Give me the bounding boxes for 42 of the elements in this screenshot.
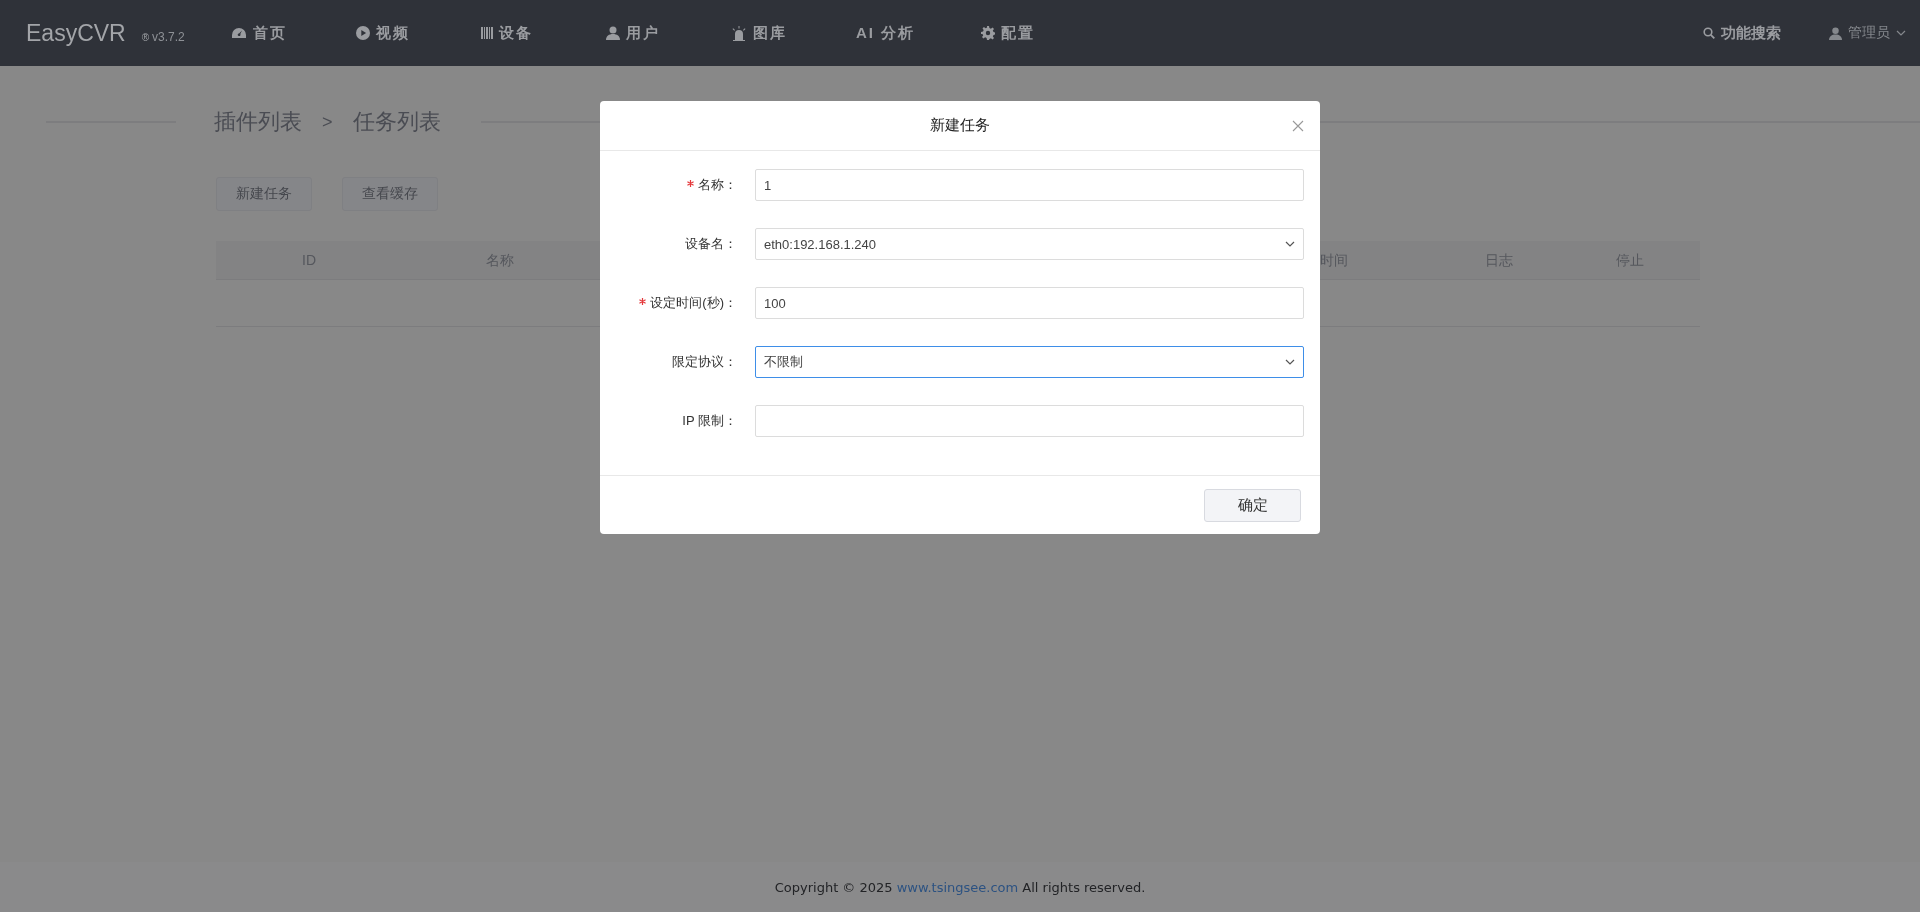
dialog-title: 新建任务 <box>930 116 990 135</box>
chevron-down-icon <box>1285 241 1295 247</box>
nav-link[interactable]: 用户 <box>606 23 731 43</box>
version-label: v3.7.2 <box>152 29 185 44</box>
nav-link[interactable]: 视频 <box>356 23 481 43</box>
nav-link[interactable]: 图库 <box>731 23 856 43</box>
user-icon <box>606 26 620 40</box>
field-label: 名称： <box>698 176 737 194</box>
nav-link[interactable]: 设备 <box>481 23 606 43</box>
nav-link[interactable]: AI 分析 <box>856 23 981 43</box>
copyright-text: Copyright © 2025 www.tsingsee.com All rights reserved. <box>774 879 1146 895</box>
field-label: IP 限制： <box>682 412 737 430</box>
gauge-icon <box>231 27 247 39</box>
chevron-down-icon <box>1896 30 1906 36</box>
bars-icon <box>481 27 493 39</box>
play-icon <box>356 26 370 40</box>
chevron-down-icon <box>1285 359 1295 365</box>
website-link[interactable]: www.tsingsee.com <box>896 879 1019 895</box>
gear-icon <box>981 26 995 40</box>
nav-link[interactable]: 配置 <box>981 23 1106 43</box>
user-icon <box>1829 25 1842 41</box>
breadcrumb-item: 任务列表 <box>352 108 441 136</box>
field-label: 设定时间(秒)： <box>650 294 737 312</box>
confirm-button[interactable]: 确定 <box>1204 488 1301 522</box>
select-field[interactable]: 不限制 <box>755 346 1304 378</box>
user-menu[interactable]: 管理员 <box>1829 24 1906 42</box>
registered-mark: ® <box>141 31 150 43</box>
input-field[interactable]: 1 <box>755 169 1304 201</box>
search-icon <box>1703 27 1715 39</box>
toolbar-button[interactable]: 查看缓存 <box>342 177 438 211</box>
field-label: 设备名： <box>685 235 737 253</box>
select-field[interactable]: eth0:192.168.1.240 <box>755 228 1304 260</box>
breadcrumb-separator: > <box>322 111 333 133</box>
feature-search-link[interactable]: 功能搜索 <box>1703 23 1781 43</box>
input-field[interactable] <box>755 405 1304 437</box>
input-field[interactable]: 100 <box>755 287 1304 319</box>
nav-link[interactable]: 首页 <box>231 23 356 43</box>
toolbar-button[interactable]: 新建任务 <box>216 177 312 211</box>
field-label: 限定协议： <box>672 353 737 371</box>
breadcrumb-item[interactable]: 插件列表 <box>214 107 302 137</box>
warning-light-icon <box>731 25 747 41</box>
app-logo: EasyCVR <box>26 19 126 47</box>
